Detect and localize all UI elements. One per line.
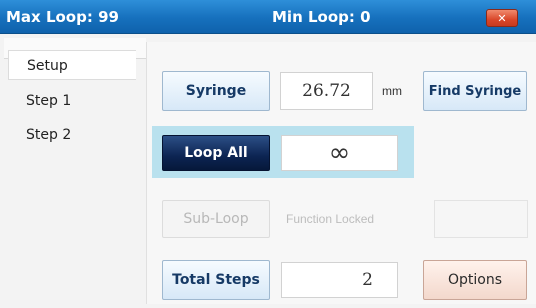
sidebar-item-step-1[interactable]: Step 1 <box>8 86 136 116</box>
sidebar-item-label: Setup <box>27 58 68 74</box>
options-button[interactable]: Options <box>423 260 527 300</box>
loop-all-button-label: Loop All <box>184 145 248 161</box>
function-locked-label: Function Locked <box>286 212 375 226</box>
sub-loop-button-label: Sub-Loop <box>183 211 249 227</box>
syringe-button-label: Syringe <box>185 83 247 99</box>
max-loop-label: Max Loop: 99 <box>6 8 119 26</box>
empty-slot <box>434 200 528 238</box>
total-steps-field[interactable]: 2 <box>281 262 398 298</box>
sidebar-item-step-2[interactable]: Step 2 <box>8 120 136 150</box>
loop-all-button[interactable]: Loop All <box>162 135 270 171</box>
title-bar: Max Loop: 99 Min Loop: 0 ✕ <box>0 0 536 34</box>
sidebar-item-label: Step 1 <box>26 93 72 109</box>
total-steps-value: 2 <box>362 270 373 290</box>
total-steps-button[interactable]: Total Steps <box>162 260 270 300</box>
syringe-unit-label: mm <box>382 84 402 98</box>
loop-count-field[interactable]: ∞ <box>281 135 398 171</box>
syringe-button[interactable]: Syringe <box>162 71 270 111</box>
infinity-icon: ∞ <box>328 138 351 168</box>
min-loop-label: Min Loop: 0 <box>272 8 371 26</box>
sidebar-item-setup[interactable]: Setup <box>8 50 136 80</box>
find-syringe-button-label: Find Syringe <box>428 83 522 99</box>
options-button-label: Options <box>447 272 503 288</box>
syringe-diameter-field[interactable]: 26.72 <box>280 72 373 110</box>
content-area: Setup Step 1 Step 2 Syringe 26.72 mm Fin… <box>0 34 536 308</box>
close-icon: ✕ <box>497 11 507 25</box>
syringe-diameter-value: 26.72 <box>302 81 351 101</box>
close-button[interactable]: ✕ <box>486 9 518 27</box>
sidebar-item-label: Step 2 <box>26 127 72 143</box>
total-steps-button-label: Total Steps <box>172 272 260 288</box>
find-syringe-button[interactable]: Find Syringe <box>423 71 527 111</box>
sub-loop-button[interactable]: Sub-Loop <box>162 200 270 238</box>
